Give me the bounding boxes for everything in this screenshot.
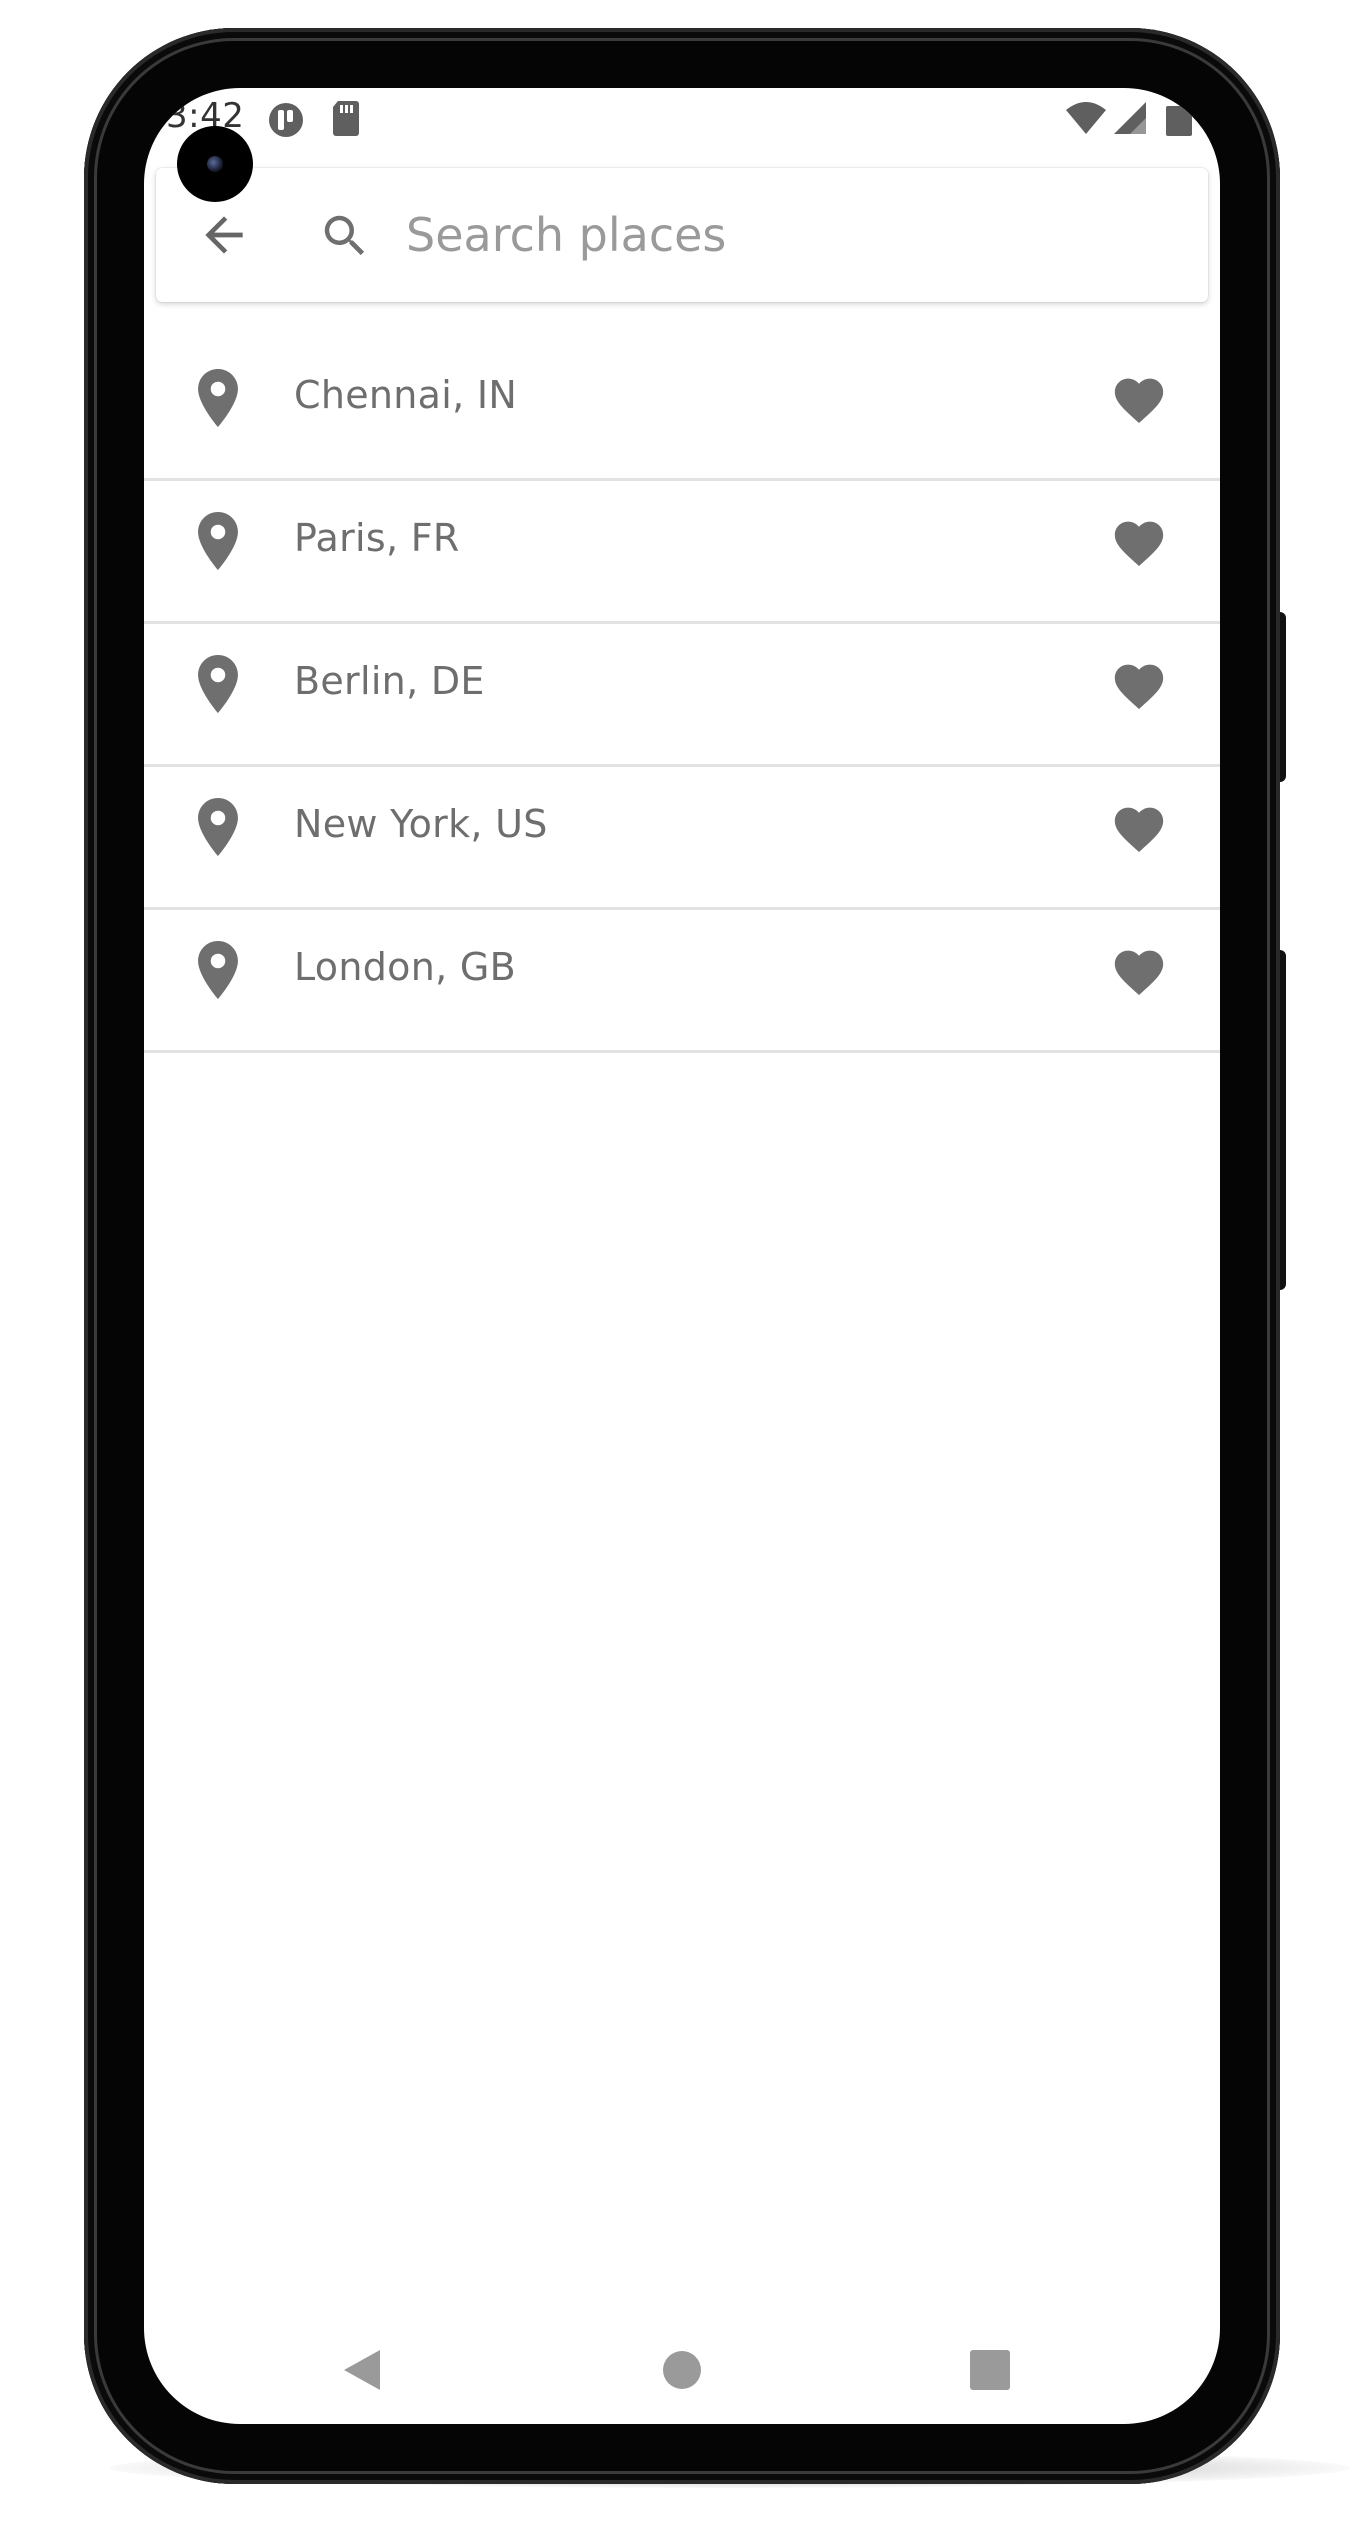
- list-item[interactable]: Berlin, DE: [144, 624, 1220, 767]
- list-item[interactable]: New York, US: [144, 767, 1220, 910]
- square-recents-icon: [970, 2350, 1010, 2390]
- place-name: London, GB: [294, 945, 516, 989]
- search-icon: [324, 215, 365, 256]
- nav-back-button[interactable]: [332, 2340, 392, 2400]
- place-name: New York, US: [294, 802, 548, 846]
- search-input[interactable]: [406, 198, 1166, 272]
- back-button[interactable]: [184, 195, 264, 275]
- triangle-back-icon: [344, 2350, 380, 2390]
- nav-home-button[interactable]: [652, 2340, 712, 2400]
- location-pin-icon: [198, 655, 238, 713]
- heart-icon[interactable]: [1110, 800, 1168, 854]
- place-name: Chennai, IN: [294, 373, 518, 417]
- sd-card-icon: [330, 98, 362, 142]
- search-bar: [156, 168, 1208, 302]
- system-nav-bar: [144, 2310, 1220, 2424]
- camera-lens: [207, 156, 223, 172]
- cell-signal-icon: [1112, 100, 1150, 140]
- places-list: Chennai, IN Paris, FR Berlin, DE New Yor…: [144, 338, 1220, 1053]
- heart-icon[interactable]: [1110, 371, 1168, 425]
- list-item[interactable]: London, GB: [144, 910, 1220, 1053]
- app-notification-icon: [266, 100, 306, 144]
- battery-icon: [1162, 100, 1192, 140]
- place-name: Paris, FR: [294, 516, 460, 560]
- location-pin-icon: [198, 798, 238, 856]
- location-pin-icon: [198, 512, 238, 570]
- heart-icon[interactable]: [1110, 514, 1168, 568]
- front-camera: [177, 126, 253, 202]
- list-item[interactable]: Paris, FR: [144, 481, 1220, 624]
- circle-home-icon: [663, 2351, 701, 2389]
- arrow-back-icon: [205, 216, 243, 254]
- phone-screen: 3:42 Search places Chennai, IN Paris, FR…: [144, 88, 1220, 2424]
- list-item[interactable]: Chennai, IN: [144, 338, 1220, 481]
- nav-recents-button[interactable]: [960, 2340, 1020, 2400]
- location-pin-icon: [198, 369, 238, 427]
- status-bar: 3:42: [144, 88, 1220, 148]
- place-name: Berlin, DE: [294, 659, 485, 703]
- heart-icon[interactable]: [1110, 657, 1168, 711]
- device-mockup: 3:42 Search places Chennai, IN Paris, FR…: [0, 0, 1370, 2534]
- location-pin-icon: [198, 941, 238, 999]
- wifi-icon: [1064, 100, 1108, 140]
- heart-icon[interactable]: [1110, 943, 1168, 997]
